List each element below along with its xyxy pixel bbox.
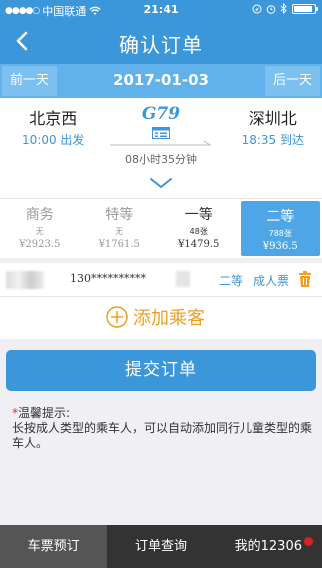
date-bar: 前一天 2017-01-03 后一天 (0, 64, 322, 98)
battery-fill (294, 5, 312, 12)
route-arrow-icon (110, 140, 212, 146)
passenger-seat-class[interactable]: 二等 (219, 272, 243, 289)
plus-circle-icon (106, 306, 128, 328)
status-bar: ●●●●○ 中国联通 21:41 (0, 0, 322, 20)
seat-availability: 无 (115, 227, 124, 236)
tab-label: 我的12306 (234, 539, 302, 554)
passenger-id-number: 130********** (70, 272, 146, 285)
passenger-ticket-type[interactable]: 成人票 (253, 272, 289, 289)
tips-body: 长按成人类型的乘车人，可以自动添加同行儿童类型的乘车人。 (12, 421, 313, 450)
trash-icon[interactable] (298, 271, 312, 287)
tab-order-query[interactable]: 订单查询 (107, 525, 214, 568)
tab-my-12306[interactable]: 我的12306 (215, 525, 322, 568)
tab-bar: 车票预订 订单查询 我的12306 (0, 525, 322, 568)
seat-option-premium[interactable]: 特等 无 ¥1761.5 (80, 199, 160, 258)
depart-time: 10:00 出发 (22, 133, 85, 147)
tips-title-line: *温馨提示: (12, 406, 312, 421)
seat-name: 一等 (184, 207, 213, 223)
tips-section: *温馨提示: 长按成人类型的乘车人，可以自动添加同行儿童类型的乘车人。 (12, 406, 312, 451)
location-icon (252, 4, 262, 13)
seat-class-selector: 商务 无 ¥2923.5 特等 无 ¥1761.5 一等 48张 ¥1479.5… (0, 198, 322, 258)
next-day-button[interactable]: 后一天 (265, 66, 320, 96)
add-passenger-button[interactable]: 添加乘客 (106, 304, 205, 330)
seat-option-first[interactable]: 一等 48张 ¥1479.5 (159, 199, 239, 258)
seat-price: ¥1479.5 (178, 239, 220, 250)
tab-label: 订单查询 (134, 539, 187, 554)
train-number: G79 (141, 104, 181, 124)
add-passenger-section: 添加乘客 (0, 297, 322, 339)
departure-info: 北京西 10:00 出发 (22, 105, 84, 148)
seat-option-business[interactable]: 商务 无 ¥2923.5 (0, 199, 80, 258)
arrival-info: 深圳北 18:35 到达 (242, 105, 304, 148)
arrive-time: 18:35 到达 (241, 133, 304, 147)
train-center: G79 (100, 104, 222, 143)
tab-label: 车票预订 (27, 539, 80, 554)
seat-name: 二等 (266, 209, 295, 225)
passenger-row[interactable]: 130********** 二等 成人票 (0, 263, 322, 297)
seat-availability: 48张 (189, 227, 208, 236)
alarm-icon (266, 4, 276, 14)
seat-availability: 无 (35, 227, 44, 236)
nav-bar: 确认订单 (0, 20, 322, 64)
seat-price: ¥1761.5 (98, 239, 140, 250)
seat-availability: 788张 (268, 229, 292, 238)
to-station: 深圳北 (248, 109, 297, 128)
passenger-id-redacted (176, 271, 190, 287)
bluetooth-icon (280, 3, 287, 14)
travel-duration: 08小时35分钟 (125, 153, 197, 166)
seat-price: ¥2923.5 (19, 239, 61, 250)
battery-icon (292, 3, 318, 14)
submit-order-button[interactable]: 提交订单 (6, 350, 316, 391)
add-passenger-label: 添加乘客 (133, 308, 205, 329)
seat-name: 特等 (105, 207, 134, 223)
expand-chevron-icon[interactable] (148, 176, 174, 190)
notification-badge (303, 537, 313, 546)
seat-price: ¥936.5 (262, 241, 298, 252)
status-right (252, 3, 318, 14)
from-station: 北京西 (29, 109, 78, 128)
timetable-icon[interactable] (152, 127, 170, 139)
train-info-card: 北京西 10:00 出发 G79 08小时35分钟 深圳北 18:35 到达 (0, 98, 322, 198)
tab-ticket-booking[interactable]: 车票预订 (0, 525, 108, 568)
seat-name: 商务 (25, 207, 54, 223)
seat-option-second[interactable]: 二等 788张 ¥936.5 (240, 201, 320, 256)
passenger-name-redacted (6, 271, 44, 289)
tips-title: 温馨提示: (18, 406, 71, 420)
page-title: 确认订单 (119, 33, 203, 57)
